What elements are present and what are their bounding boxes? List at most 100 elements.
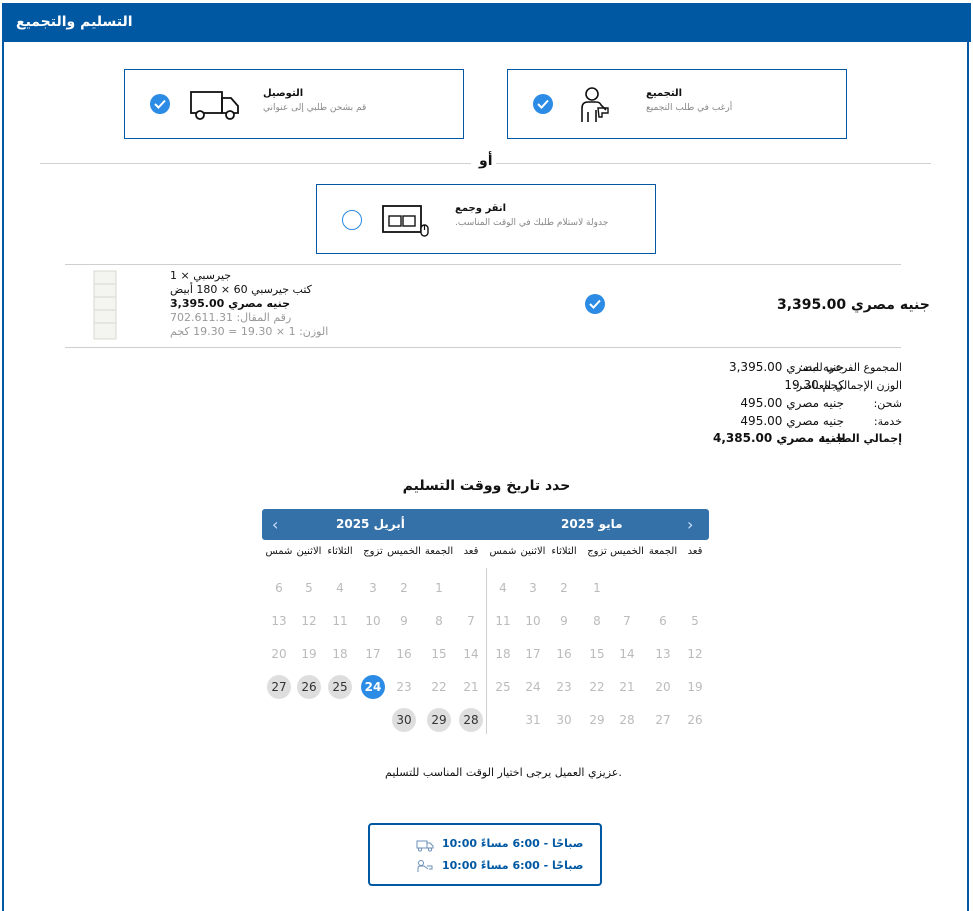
calendar-day-may-15[interactable]: 15 <box>585 642 609 666</box>
summary-order-total: :إجمالي الطلب جنيه مصري 4,385.00 <box>690 430 902 447</box>
delivery-desc: قم بشحن طلبي إلى عنواني <box>263 103 367 113</box>
calendar-day-may-29[interactable]: 29 <box>585 708 609 732</box>
summary-service: :خدمة جنيه مصري 495.00 <box>690 413 902 430</box>
calendar-day-may-25[interactable]: 25 <box>491 675 515 699</box>
calendar-day-may-23[interactable]: 23 <box>552 675 576 699</box>
calendar-day-may-8[interactable]: 8 <box>585 609 609 633</box>
weekday-header: الجمعة <box>424 546 454 557</box>
calendar-day-may-24[interactable]: 24 <box>521 675 545 699</box>
calendar-day-may-21[interactable]: 21 <box>615 675 639 699</box>
calendar-day-may-17[interactable]: 17 <box>521 642 545 666</box>
calendar-day-may-26[interactable]: 26 <box>683 708 707 732</box>
calendar-day-may-30[interactable]: 30 <box>552 708 576 732</box>
calendar-day-april-14[interactable]: 14 <box>459 642 483 666</box>
weekday-header: الخميس <box>610 546 644 557</box>
calendar-day-april-20[interactable]: 20 <box>267 642 291 666</box>
next-month-chevron-icon[interactable]: › <box>687 515 693 534</box>
calendar-day-may-31[interactable]: 31 <box>521 708 545 732</box>
calendar-day-april-5[interactable]: 5 <box>297 576 321 600</box>
calendar-day-may-10[interactable]: 10 <box>521 609 545 633</box>
calendar-day-april-27[interactable]: 27 <box>267 675 291 699</box>
summary-weight: :الوزن الإجمالي للعناصر كجم 19.30 <box>690 377 902 394</box>
calendar-day-may-1[interactable]: 1 <box>585 576 609 600</box>
calendar-day-april-22[interactable]: 22 <box>427 675 451 699</box>
product-total-price: جنيه مصري 3,395.00 <box>777 297 930 313</box>
content-frame <box>2 42 969 911</box>
header-bar: التسليم والتجميع <box>2 3 971 42</box>
calendar-day-april-16[interactable]: 16 <box>392 642 416 666</box>
calendar-day-april-13[interactable]: 13 <box>267 609 291 633</box>
assembly-tool-icon <box>417 860 433 872</box>
calendar-day-may-27[interactable]: 27 <box>651 708 675 732</box>
calendar-day-april-6[interactable]: 6 <box>267 576 291 600</box>
calendar-day-may-11[interactable]: 11 <box>491 609 515 633</box>
calendar-day-may-20[interactable]: 20 <box>651 675 675 699</box>
weekday-header: الثلاثاء <box>327 546 353 557</box>
calendar-day-may-5[interactable]: 5 <box>683 609 707 633</box>
calendar-day-april-3[interactable]: 3 <box>361 576 385 600</box>
calendar-day-may-12[interactable]: 12 <box>683 642 707 666</box>
calendar-day-april-1[interactable]: 1 <box>427 576 451 600</box>
summary-value: كجم 19.30 <box>784 378 844 392</box>
delivery-slot-time[interactable]: صباحًا - 6:00 مساءً 10:00 <box>442 837 583 850</box>
calendar-day-may-16[interactable]: 16 <box>552 642 576 666</box>
calendar-day-may-13[interactable]: 13 <box>651 642 675 666</box>
calendar-day-april-9[interactable]: 9 <box>392 609 416 633</box>
summary-label: :شحن <box>873 397 902 410</box>
calendar-day-may-7[interactable]: 7 <box>615 609 639 633</box>
calendar-day-april-11[interactable]: 11 <box>328 609 352 633</box>
product-name: كتب جيرسبي 60 × 180 أبيض <box>170 283 312 296</box>
calendar-day-april-10[interactable]: 10 <box>361 609 385 633</box>
calendar-day-april-19[interactable]: 19 <box>297 642 321 666</box>
calendar-day-may-4[interactable]: 4 <box>491 576 515 600</box>
click-collect-radio-icon[interactable] <box>342 210 362 230</box>
calendar-day-april-21[interactable]: 21 <box>459 675 483 699</box>
calendar-day-may-28[interactable]: 28 <box>615 708 639 732</box>
summary-subtotal: :المجموع الفرعي للبند جنيه مصري 3,395.00 <box>690 359 902 376</box>
assembler-icon <box>581 87 609 122</box>
calendar-day-may-18[interactable]: 18 <box>491 642 515 666</box>
calendar-day-april-29[interactable]: 29 <box>427 708 451 732</box>
calendar-day-april-18[interactable]: 18 <box>328 642 352 666</box>
calendar-day-may-9[interactable]: 9 <box>552 609 576 633</box>
assembly-slot-time[interactable]: صباحًا - 6:00 مساءً 10:00 <box>442 859 583 872</box>
calendar-day-april-26[interactable]: 26 <box>297 675 321 699</box>
truck-icon <box>190 91 239 120</box>
assembly-option[interactable]: التجميع أرغب في طلب التجميع <box>507 69 847 139</box>
calendar-day-may-3[interactable]: 3 <box>521 576 545 600</box>
time-slot-box[interactable]: صباحًا - 6:00 مساءً 10:00 صباحًا - 6:00 … <box>368 823 602 886</box>
calendar-day-may-2[interactable]: 2 <box>552 576 576 600</box>
calendar-day-april-7[interactable]: 7 <box>459 609 483 633</box>
calendar-day-april-4[interactable]: 4 <box>328 576 352 600</box>
calendar-day-april-30[interactable]: 30 <box>392 708 416 732</box>
weekday-header: الخميس <box>387 546 421 557</box>
prev-month-chevron-icon[interactable]: ‹ <box>272 515 278 534</box>
calendar-day-april-25[interactable]: 25 <box>328 675 352 699</box>
product-weight: الوزن: 1 × 19.30 = 19.30 كجم <box>170 325 329 338</box>
summary-value: جنيه مصري 495.00 <box>740 396 844 410</box>
product-qty: جيرسبي × 1 <box>170 269 232 282</box>
calendar-day-april-24[interactable]: 24 <box>361 675 385 699</box>
calendar-day-april-15[interactable]: 15 <box>427 642 451 666</box>
product-selected-check-icon[interactable] <box>585 294 605 314</box>
delivery-option[interactable]: التوصيل قم بشحن طلبي إلى عنواني <box>124 69 464 139</box>
calendar-day-april-2[interactable]: 2 <box>392 576 416 600</box>
product-bottom-rule <box>65 347 901 348</box>
delivery-title: التوصيل <box>263 88 304 99</box>
assembly-check-icon[interactable] <box>533 94 553 114</box>
click-collect-desc: جدولة لاستلام طلبك في الوقت المناسب. <box>455 218 609 228</box>
calendar-day-april-28[interactable]: 28 <box>459 708 483 732</box>
calendar-day-may-19[interactable]: 19 <box>683 675 707 699</box>
calendar-day-april-8[interactable]: 8 <box>427 609 451 633</box>
summary-value: جنيه مصري 3,395.00 <box>728 360 844 374</box>
product-article-number: رقم المقال: 702.611.31 <box>170 311 292 324</box>
calendar-day-may-14[interactable]: 14 <box>615 642 639 666</box>
delivery-check-icon[interactable] <box>150 94 170 114</box>
calendar-day-may-22[interactable]: 22 <box>585 675 609 699</box>
click-collect-option[interactable]: انقر وجمع جدولة لاستلام طلبك في الوقت ال… <box>316 184 656 254</box>
calendar-day-april-23[interactable]: 23 <box>392 675 416 699</box>
product-info: جيرسبي × 1 كتب جيرسبي 60 × 180 أبيض جنيه… <box>170 269 328 339</box>
calendar-day-april-12[interactable]: 12 <box>297 609 321 633</box>
calendar-day-may-6[interactable]: 6 <box>651 609 675 633</box>
calendar-day-april-17[interactable]: 17 <box>361 642 385 666</box>
